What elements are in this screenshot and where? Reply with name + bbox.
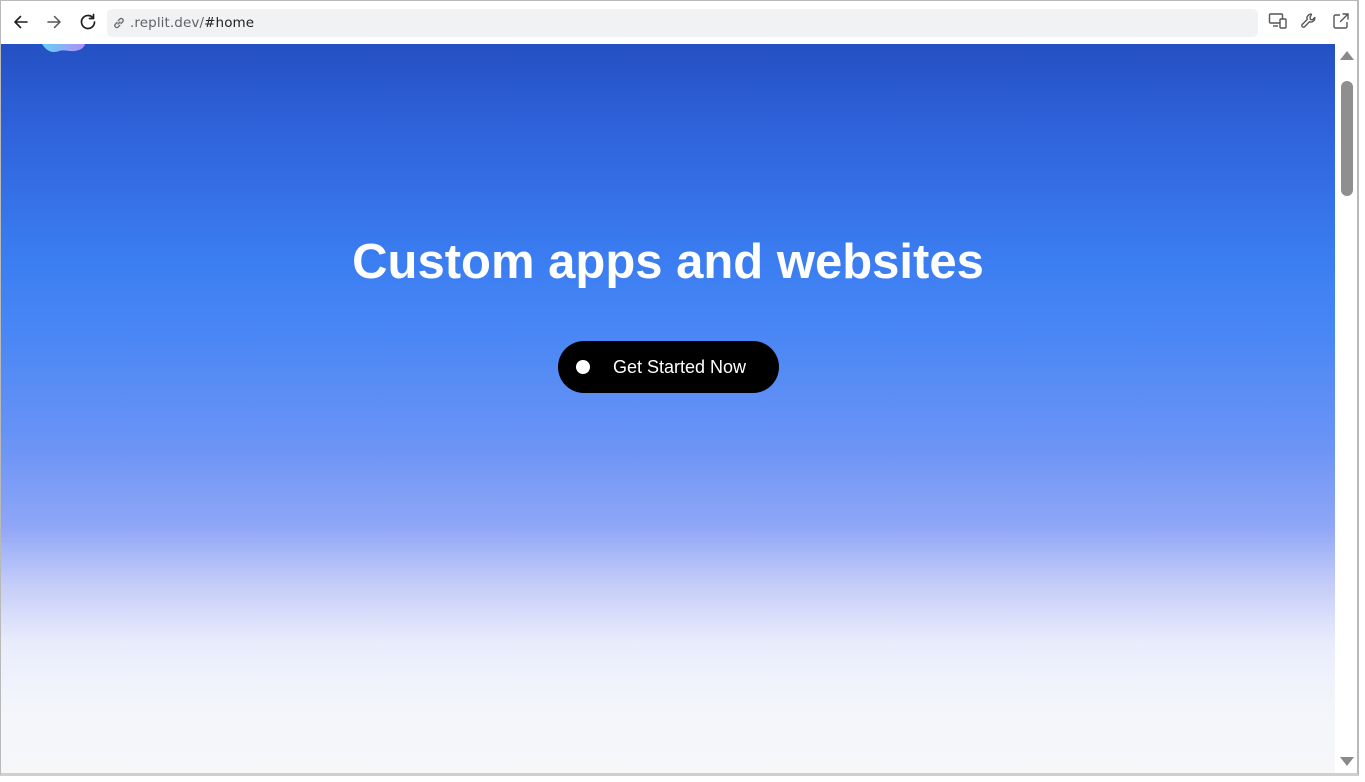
url-text: .replit.dev/#home xyxy=(130,15,254,31)
forward-button[interactable] xyxy=(42,10,66,34)
responsive-devices-icon xyxy=(1268,12,1288,35)
url-domain: .replit.dev/ xyxy=(130,15,205,31)
back-button[interactable] xyxy=(9,10,33,34)
cta-label: Get Started Now xyxy=(613,356,747,377)
address-bar[interactable]: .replit.dev/#home xyxy=(107,9,1258,37)
url-path: #home xyxy=(204,15,255,31)
wrench-icon xyxy=(1300,12,1318,35)
reload-icon xyxy=(78,12,98,32)
scroll-down-arrow-icon[interactable] xyxy=(1340,757,1354,766)
site-logo[interactable] xyxy=(39,44,91,54)
scroll-thumb[interactable] xyxy=(1341,81,1353,196)
vertical-scrollbar[interactable] xyxy=(1335,44,1357,773)
open-in-new-tab-button[interactable] xyxy=(1330,12,1352,34)
dot-icon xyxy=(576,360,590,374)
reload-button[interactable] xyxy=(76,10,100,34)
devtools-button[interactable] xyxy=(1298,12,1320,34)
browser-window: .replit.dev/#home Custom apps and websit… xyxy=(0,0,1359,776)
get-started-button[interactable]: Get Started Now xyxy=(558,341,779,393)
hero-title: Custom apps and websites xyxy=(352,235,984,289)
arrow-left-icon xyxy=(12,13,30,31)
link-icon xyxy=(111,15,127,31)
scroll-up-arrow-icon[interactable] xyxy=(1340,51,1354,60)
open-external-icon xyxy=(1332,12,1350,35)
page-viewport: Custom apps and websites Get Started Now xyxy=(1,44,1335,773)
arrow-right-icon xyxy=(45,13,63,31)
responsive-view-button[interactable] xyxy=(1267,12,1289,34)
browser-toolbar: .replit.dev/#home xyxy=(1,1,1357,44)
